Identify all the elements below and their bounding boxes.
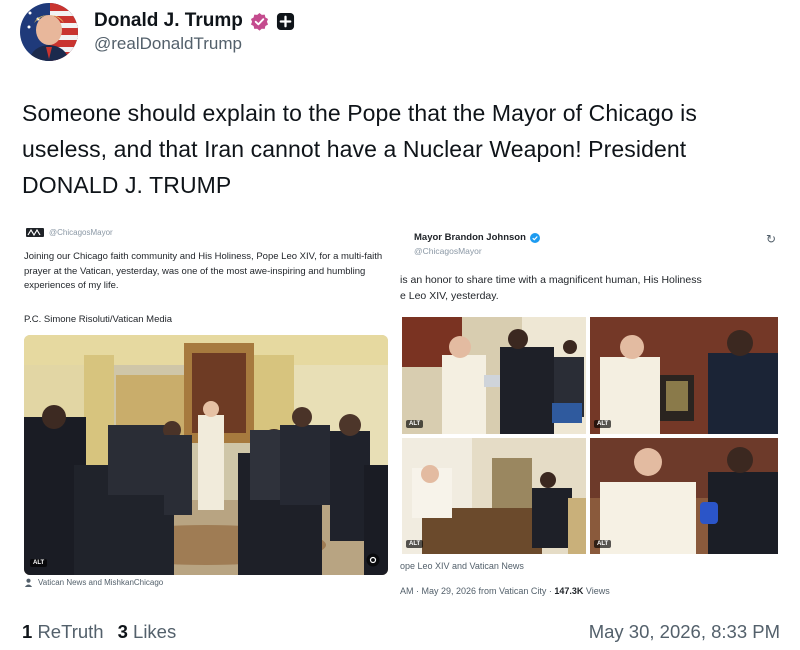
post-text-line: useless, and that Iran cannot have a Nuc… bbox=[22, 136, 687, 162]
post-text-line: Someone should explain to the Pope that … bbox=[22, 100, 697, 126]
embed-meta: AM · May 29, 2026 from Vatican City · 14… bbox=[400, 586, 610, 596]
post-footer: 1 ReTruth 3 Likes May 30, 2026, 8:33 PM bbox=[22, 617, 780, 647]
post-timestamp[interactable]: May 30, 2026, 8:33 PM bbox=[589, 621, 780, 643]
retruths-count: 1 bbox=[22, 621, 33, 642]
flag-portrait-avatar-icon bbox=[20, 3, 78, 61]
photo-image bbox=[590, 317, 778, 434]
embed-text: Joining our Chicago faith community and … bbox=[24, 251, 383, 291]
embed-handle: @ChicagosMayor bbox=[49, 228, 113, 237]
likes-label: Likes bbox=[133, 621, 177, 642]
group-photo[interactable]: ALT bbox=[24, 335, 388, 575]
embed-text-line: is an honor to share time with a magnifi… bbox=[400, 274, 702, 286]
photo-source: ope Leo XIV and Vatican News bbox=[400, 561, 524, 571]
retruths-label: ReTruth bbox=[37, 621, 104, 642]
embed-display-name: Mayor Brandon Johnson bbox=[414, 232, 526, 243]
person-icon bbox=[24, 578, 33, 587]
embedded-screenshot-left[interactable]: @ChicagosMayor Joining our Chicago faith… bbox=[22, 222, 394, 610]
alt-badge[interactable]: ALT bbox=[30, 559, 48, 567]
views-label: Views bbox=[583, 586, 610, 596]
photo-pope-desk[interactable]: ALT bbox=[402, 438, 586, 554]
verified-check-icon bbox=[529, 232, 540, 243]
chicago-logo-icon bbox=[26, 228, 44, 237]
embed-text-line: e Leo XIV, yesterday. bbox=[400, 290, 499, 302]
refresh-icon[interactable]: ↻ bbox=[766, 232, 776, 246]
embed-author-row: Mayor Brandon Johnson bbox=[414, 232, 540, 243]
embedded-screenshot-right[interactable]: Mayor Brandon Johnson @ChicagosMayor ↻ i… bbox=[398, 222, 782, 610]
photo-image bbox=[590, 438, 778, 554]
post-stats: 1 ReTruth 3 Likes bbox=[22, 621, 176, 643]
post-text: Someone should explain to the Pope that … bbox=[22, 95, 782, 203]
views-count: 147.3K bbox=[554, 586, 584, 596]
post-header: Donald J. Trump @realDonaldTrump bbox=[20, 2, 295, 62]
alt-badge[interactable]: ALT bbox=[406, 540, 424, 548]
embed-text: is an honor to share time with a magnifi… bbox=[400, 272, 702, 304]
gif-play-icon[interactable] bbox=[366, 553, 380, 567]
photo-pope-mayor-2[interactable]: ALT bbox=[590, 317, 778, 434]
display-name[interactable]: Donald J. Trump bbox=[94, 10, 243, 32]
photo-credit: P.C. Simone Risoluti/Vatican Media bbox=[24, 314, 173, 325]
post-text-line: DONALD J. TRUMP bbox=[22, 172, 232, 198]
group-photo-image bbox=[24, 335, 388, 575]
likes-stat[interactable]: 3 Likes bbox=[118, 621, 177, 643]
handle[interactable]: @realDonaldTrump bbox=[94, 34, 295, 54]
alt-badge[interactable]: ALT bbox=[406, 420, 424, 428]
plus-icon[interactable] bbox=[276, 12, 295, 31]
embed-handle-row: @ChicagosMayor bbox=[26, 228, 113, 237]
alt-badge[interactable]: ALT bbox=[594, 420, 612, 428]
likes-count: 3 bbox=[117, 621, 128, 642]
embed-handle: @ChicagosMayor bbox=[414, 246, 482, 256]
retruths-stat[interactable]: 1 ReTruth bbox=[22, 621, 104, 643]
photo-pope-gift[interactable]: ALT bbox=[590, 438, 778, 554]
avatar[interactable] bbox=[20, 3, 78, 61]
photo-source: Vatican News and MishkanChicago bbox=[38, 578, 164, 587]
embed-meta-prefix: AM · May 29, 2026 from Vatican City · bbox=[400, 586, 555, 596]
photo-pope-mayor-1[interactable]: ALT bbox=[402, 317, 586, 434]
alt-badge[interactable]: ALT bbox=[594, 540, 612, 548]
photo-image bbox=[402, 317, 586, 434]
name-row: Donald J. Trump bbox=[94, 10, 295, 32]
verified-badge-icon bbox=[250, 12, 268, 31]
photo-source-row: Vatican News and MishkanChicago bbox=[24, 578, 163, 587]
author-block: Donald J. Trump @realDonaldTrump bbox=[94, 10, 295, 54]
photo-image bbox=[402, 438, 586, 554]
